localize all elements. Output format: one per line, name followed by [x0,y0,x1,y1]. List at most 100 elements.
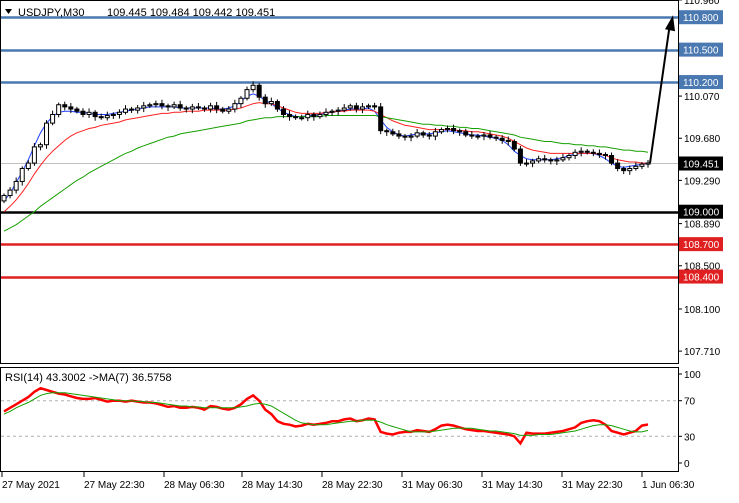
candle-body [189,106,195,110]
candle-body [366,105,372,108]
candle-body [153,103,159,106]
candle-body [609,155,615,164]
candle-body [7,189,13,197]
level-label: 110.500 [683,46,719,57]
candle-body [37,144,43,148]
candle-body [475,135,481,138]
candle-body [536,158,542,162]
candle-body [584,150,590,153]
candle-body [214,105,220,110]
candle-body [639,163,645,167]
candle-body [602,153,608,157]
time-tick-label: 28 May 06:30 [164,480,225,491]
time-tick-label: 28 May 22:30 [322,480,383,491]
candle-body [226,108,232,112]
candle-body [250,84,256,91]
ohlc-readout: 109.445 109.484 109.442 109.451 [107,7,275,19]
rsi-title: RSI(14) 43.3002 ->MA(7) 36.5758 [5,372,172,384]
candle-body [408,135,414,138]
candle-body [25,162,31,169]
price-tick-label: 109.290 [684,176,721,187]
candle-body [232,103,238,110]
candle-body [451,128,457,132]
candle-body [268,100,274,105]
candle-body [414,132,420,137]
candle-body [195,106,201,109]
candle-body [159,103,165,107]
candle-body [396,133,402,137]
chart-background [0,0,739,498]
candle-body [378,106,384,132]
candle-body [347,105,353,109]
candle-body [171,104,177,108]
level-label: 108.700 [683,240,720,251]
candle-body [323,111,329,115]
candle-body [621,167,627,172]
candle-body [317,113,323,118]
candle-body [438,129,444,133]
candle-body [256,84,262,98]
candle-body [280,108,286,115]
candle-body [596,152,602,155]
candle-body [98,116,104,119]
price-tick-label: 108.100 [684,305,721,316]
candle-body [238,97,244,105]
candle-body [481,134,487,137]
candle-body [384,130,390,133]
candle-body [183,107,189,110]
candle-body [457,130,463,133]
candle-body [329,110,335,113]
candle-body [566,155,572,159]
chart-canvas: 110.960110.070109.680109.290108.890108.5… [0,0,739,498]
candle-body [129,108,135,111]
candle-body [554,159,560,162]
candle-body [262,96,268,105]
candle-body [244,89,250,99]
chart-header: USDJPY,M30 109.445 109.484 109.442 109.4… [5,7,275,19]
candle-body [359,106,365,110]
candle-body [177,104,183,109]
candle-body [104,115,110,119]
candle-body [201,107,207,110]
candle-body [74,108,80,112]
candle-body [287,113,293,118]
candle-body [220,108,226,112]
candle-body [578,150,584,153]
candle-body [645,162,651,165]
candle-body [13,180,19,191]
chart-window: 110.960 110.070 109.680 109.290 108.890 108.5… [0,0,739,498]
candle-body [165,105,171,108]
candle-body [390,131,396,135]
candle-body [402,135,408,138]
price-tick-label: 110.070 [684,92,720,103]
candle-body [493,136,499,139]
rsi-tick-label: 0 [684,459,690,470]
candle-body [123,108,129,113]
candle-body [420,132,426,136]
price-axis: 110.960110.070109.680109.290108.890108.5… [678,0,723,358]
candle-body [530,160,536,164]
level-label: 110.800 [683,13,719,24]
candle-body [469,134,475,137]
candle-body [627,167,633,172]
candle-body [19,167,25,182]
candle-body [499,137,505,141]
candle-body [56,104,62,115]
time-tick-label: 31 May 06:30 [402,480,463,491]
candle-body [341,107,347,111]
candle-body [86,111,92,115]
candle-body [548,159,554,162]
time-tick-label: 27 May 22:30 [84,480,145,491]
candle-body [299,117,305,120]
candle-body [463,131,469,136]
time-tick-label: 31 May 22:30 [562,480,623,491]
rsi-tick-label: 100 [684,370,701,381]
candle-body [505,139,511,142]
price-tick-label: 108.890 [684,220,721,231]
candle-body [305,113,311,119]
candle-body [517,148,523,164]
candle-body [31,146,37,164]
candle-body [372,105,378,108]
candle-body [311,113,317,118]
candle-body [432,131,438,137]
